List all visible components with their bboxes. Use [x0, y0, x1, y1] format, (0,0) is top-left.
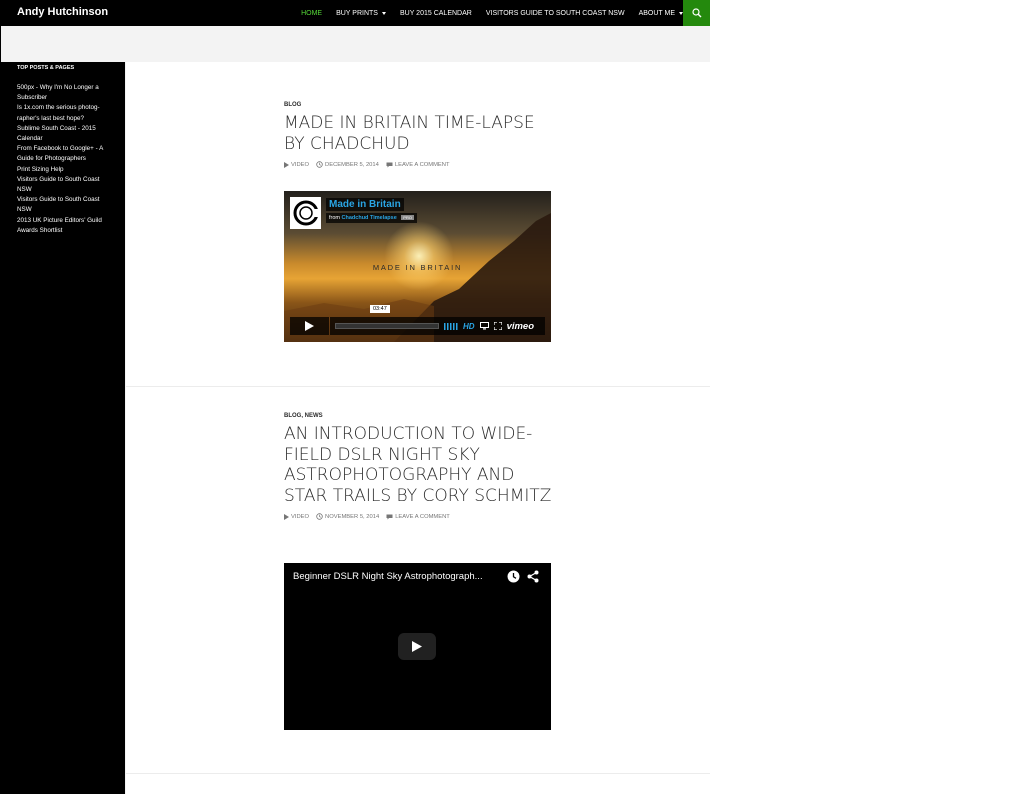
post-title[interactable]: MADE IN BRITAIN TIME-LAPSE BY CHADCHUD	[284, 113, 554, 154]
post-meta: VIDEO NOVEMBER 5, 2014 LEAVE A COMMENT	[284, 513, 554, 520]
post-date: NOVEMBER 5, 2014	[325, 513, 380, 520]
vimeo-controls: 03:47 HD vimeo	[290, 305, 545, 335]
post-article: BLOG, NEWS AN INTRODUCTION TO WIDE-FIELD…	[284, 413, 554, 520]
post-divider	[126, 773, 710, 774]
nav-item-label: HOME	[301, 9, 323, 17]
c-logo-icon	[293, 200, 319, 226]
post-format-label: VIDEO	[291, 513, 310, 520]
site-title[interactable]: Andy Hutchinson	[17, 6, 108, 18]
top-post-link[interactable]: 500px - Why I'm No Longer a Subscriber	[17, 83, 109, 103]
leave-comment-link[interactable]: LEAVE A COMMENT	[386, 162, 450, 168]
nav-item-buy-prints[interactable]: BUY PRINTS	[336, 10, 386, 17]
top-header-bar: Andy Hutchinson HOME BUY PRINTS BUY 2015…	[0, 0, 710, 26]
clock-icon	[316, 161, 323, 168]
fullscreen-icon	[493, 322, 502, 330]
widget-title: TOP POSTS & PAGES	[17, 65, 75, 71]
vimeo-video-title[interactable]: Made in Britain	[326, 198, 404, 211]
youtube-video-title[interactable]: Beginner DSLR Night Sky Astrophotograph.…	[293, 571, 483, 582]
time-tooltip: 03:47	[370, 305, 390, 313]
primary-nav: HOME BUY PRINTS BUY 2015 CALENDAR VISITO…	[287, 0, 683, 26]
vimeo-byline: from Chadchud Timelapse PRO	[326, 213, 417, 223]
share-icon	[527, 570, 539, 583]
pro-badge: PRO	[401, 215, 414, 220]
nav-item-label: ABOUT ME	[638, 9, 675, 17]
youtube-video-player[interactable]: Beginner DSLR Night Sky Astrophotograph.…	[284, 563, 551, 730]
post-categories[interactable]: BLOG	[284, 102, 554, 108]
top-post-link[interactable]: From Facebook to Google+ - A Guide for P…	[17, 144, 109, 164]
byline-from: from	[329, 215, 340, 221]
play-button[interactable]	[398, 633, 436, 660]
post-categories[interactable]: BLOG, NEWS	[284, 413, 554, 419]
watch-later-button[interactable]	[507, 570, 520, 588]
play-button[interactable]	[290, 317, 329, 335]
top-post-link[interactable]: Is 1x.com the serious photog-rapher's la…	[17, 103, 109, 123]
nav-item-visitors-guide[interactable]: VISITORS GUIDE TO SOUTH COAST NSW	[486, 10, 625, 17]
page-background-right	[710, 0, 1024, 794]
post-date-link[interactable]: DECEMBER 5, 2014	[316, 161, 379, 168]
top-post-link[interactable]: Visitors Guide to South Coast NSW	[17, 195, 109, 215]
nav-item-about-me[interactable]: ABOUT ME	[639, 10, 683, 17]
control-icons: HD vimeo	[444, 320, 539, 332]
top-post-link[interactable]: 2013 UK Picture Editors' Guild Awards Sh…	[17, 216, 109, 236]
nav-item-label: BUY PRINTS	[336, 9, 378, 17]
leave-comment-label: LEAVE A COMMENT	[394, 161, 450, 168]
vimeo-video-player[interactable]: Made in Britain from Chadchud Timelapse …	[284, 191, 551, 342]
leave-comment-label: LEAVE A COMMENT	[395, 513, 450, 520]
vimeo-logo[interactable]: vimeo	[507, 321, 534, 332]
post-format-link[interactable]: VIDEO	[284, 161, 310, 168]
nav-item-label: BUY 2015 CALENDAR	[399, 9, 472, 17]
volume-bars-icon	[444, 322, 458, 330]
volume-button[interactable]	[444, 322, 458, 330]
play-icon	[412, 641, 422, 652]
sun-glow	[384, 221, 454, 291]
post-date-link[interactable]: NOVEMBER 5, 2014	[316, 513, 379, 520]
search-button[interactable]	[683, 0, 710, 26]
comment-icon	[386, 514, 393, 519]
play-icon	[305, 321, 314, 331]
top-post-link[interactable]: Sublime South Coast - 2015 Calendar	[17, 124, 109, 144]
byline-author[interactable]: Chadchud Timelapse	[342, 215, 397, 221]
post-meta: VIDEO DECEMBER 5, 2014 LEAVE A COMMENT	[284, 161, 554, 168]
tv-icon	[479, 322, 489, 330]
channel-logo[interactable]	[290, 197, 321, 229]
top-post-link[interactable]: Visitors Guide to South Coast NSW	[17, 175, 109, 195]
clock-icon	[507, 570, 520, 583]
caret-down-icon	[381, 11, 386, 15]
airplay-button[interactable]	[479, 322, 489, 330]
fullscreen-button[interactable]	[493, 322, 502, 330]
play-format-icon	[284, 513, 289, 520]
post-date: DECEMBER 5, 2014	[325, 161, 379, 168]
share-button[interactable]	[527, 570, 539, 588]
video-overlay-text: MADE IN BRITAIN	[372, 263, 463, 272]
nav-item-label: VISITORS GUIDE TO SOUTH COAST NSW	[485, 9, 625, 17]
nav-item-home[interactable]: HOME	[301, 10, 322, 17]
sidebar: TOP POSTS & PAGES 500px - Why I'm No Lon…	[0, 26, 125, 794]
post-format-link[interactable]: VIDEO	[284, 513, 310, 520]
post-article: BLOG MADE IN BRITAIN TIME-LAPSE BY CHADC…	[284, 102, 554, 168]
post-divider	[126, 386, 710, 387]
control-bar: 03:47 HD vimeo	[330, 305, 545, 335]
play-format-icon	[284, 161, 289, 168]
post-format-label: VIDEO	[291, 161, 310, 168]
nav-item-buy-calendar[interactable]: BUY 2015 CALENDAR	[400, 10, 472, 17]
post-title[interactable]: AN INTRODUCTION TO WIDE-FIELD DSLR NIGHT…	[284, 424, 554, 506]
leave-comment-link[interactable]: LEAVE A COMMENT	[386, 514, 450, 520]
comment-icon	[386, 162, 393, 167]
clock-icon	[316, 513, 323, 520]
hd-button[interactable]: HD	[463, 322, 475, 331]
top-posts-list: 500px - Why I'm No Longer a Subscriber I…	[17, 83, 109, 236]
top-post-link[interactable]: Print Sizing Help	[17, 165, 109, 175]
search-icon	[691, 8, 701, 18]
main-content: BLOG MADE IN BRITAIN TIME-LAPSE BY CHADC…	[126, 62, 710, 794]
progress-bar[interactable]	[335, 323, 439, 329]
